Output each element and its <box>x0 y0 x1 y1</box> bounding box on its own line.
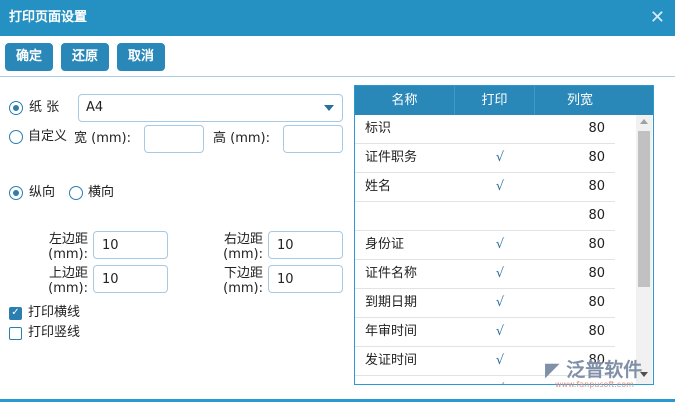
cell-name: 年审时间 <box>365 324 418 339</box>
paper-size-select[interactable]: A4 <box>78 94 343 122</box>
scroll-up-icon[interactable] <box>640 119 648 124</box>
table-row[interactable]: 年审时间 √ 80 <box>355 318 615 347</box>
cell-print[interactable]: √ <box>485 347 515 375</box>
header-print[interactable]: 打印 <box>455 86 535 115</box>
dialog-title: 打印页面设置 <box>9 10 88 25</box>
height-input[interactable] <box>283 125 343 153</box>
top-margin-label: 上边距(mm): <box>48 266 88 296</box>
print-vlines-label: 打印竖线 <box>28 325 81 340</box>
cell-width[interactable]: 80 <box>588 260 605 288</box>
width-label: 宽 (mm): <box>74 131 131 146</box>
cell-print[interactable]: √ <box>485 289 515 317</box>
print-vlines-checkbox[interactable] <box>9 327 22 340</box>
cell-name: 发证时间 <box>365 353 418 368</box>
right-margin-input[interactable]: 10 <box>268 231 343 259</box>
print-hlines-label: 打印横线 <box>28 305 81 320</box>
cell-width[interactable]: 80 <box>588 115 605 143</box>
portrait-radio[interactable] <box>9 186 23 200</box>
paper-radio[interactable] <box>9 101 23 115</box>
cell-width[interactable]: 80 <box>588 289 605 317</box>
left-margin-label: 左边距(mm): <box>48 232 88 262</box>
bottom-margin-input[interactable]: 10 <box>268 265 343 293</box>
print-hlines-checkbox[interactable]: ✓ <box>9 307 22 320</box>
table-row[interactable]: 姓名 √ 80 <box>355 173 615 202</box>
cell-width[interactable]: 80 <box>588 173 605 201</box>
fanpusoft-logo: ◤ 泛普软件 www.fanpusoft.com <box>545 359 643 389</box>
reset-button[interactable]: 还原 <box>61 43 109 71</box>
landscape-label: 横向 <box>88 185 115 200</box>
cell-name: 标识 <box>365 121 392 136</box>
landscape-radio[interactable] <box>69 186 83 200</box>
table-row[interactable]: 80 <box>355 202 615 231</box>
cell-print[interactable]: √ <box>485 318 515 346</box>
table-row[interactable]: 到期日期 √ 80 <box>355 289 615 318</box>
cell-width[interactable]: 80 <box>588 202 605 230</box>
table-row[interactable]: 证件职务 √ 80 <box>355 144 615 173</box>
cell-name: 身份证 <box>365 237 405 252</box>
column-grid: 名称 打印 列宽 标识 80 证件职务 √ 80 姓名 √ 80 80 身份证 √ 80 证件名称 √ 80… <box>354 85 654 385</box>
cell-name: 证件名称 <box>365 266 418 281</box>
ok-button[interactable]: 确定 <box>5 43 53 71</box>
cell-width[interactable]: 80 <box>588 231 605 259</box>
cell-width[interactable]: 80 <box>588 318 605 346</box>
header-name[interactable]: 名称 <box>355 86 455 115</box>
table-row[interactable]: 标识 80 <box>355 115 615 144</box>
toolbar-divider <box>0 76 675 77</box>
portrait-label: 纵向 <box>29 185 56 200</box>
cell-print[interactable]: √ <box>485 231 515 259</box>
vertical-scrollbar[interactable] <box>636 115 652 384</box>
cell-width[interactable]: 80 <box>588 144 605 172</box>
cell-name: 证件职务 <box>365 150 418 165</box>
custom-radio[interactable] <box>9 130 23 144</box>
bottom-margin-label: 下边距(mm): <box>223 266 263 296</box>
cancel-button[interactable]: 取消 <box>117 43 165 71</box>
cell-print[interactable]: √ <box>485 144 515 172</box>
top-margin-input[interactable]: 10 <box>93 265 168 293</box>
paper-label: 纸 张 <box>29 100 60 115</box>
dialog-title-bar: 打印页面设置 ✕ <box>0 0 675 36</box>
grid-header: 名称 打印 列宽 <box>355 86 653 115</box>
cell-name: 姓名 <box>365 179 392 194</box>
width-input[interactable] <box>144 125 204 153</box>
table-row[interactable]: 证件名称 √ 80 <box>355 260 615 289</box>
cell-print[interactable]: √ <box>485 173 515 201</box>
scrollbar-thumb[interactable] <box>638 131 650 287</box>
custom-label: 自定义 <box>28 129 68 144</box>
height-label: 高 (mm): <box>213 131 270 146</box>
cell-print[interactable]: √ <box>485 260 515 288</box>
paper-size-value: A4 <box>86 100 104 115</box>
close-icon[interactable]: ✕ <box>650 0 665 36</box>
right-margin-label: 右边距(mm): <box>223 232 263 262</box>
header-width[interactable]: 列宽 <box>535 86 625 115</box>
chevron-down-icon <box>324 105 334 111</box>
left-margin-input[interactable]: 10 <box>93 231 168 259</box>
cell-print[interactable]: √ <box>485 376 515 384</box>
cell-name: 到期日期 <box>365 295 418 310</box>
table-row[interactable]: 身份证 √ 80 <box>355 231 615 260</box>
